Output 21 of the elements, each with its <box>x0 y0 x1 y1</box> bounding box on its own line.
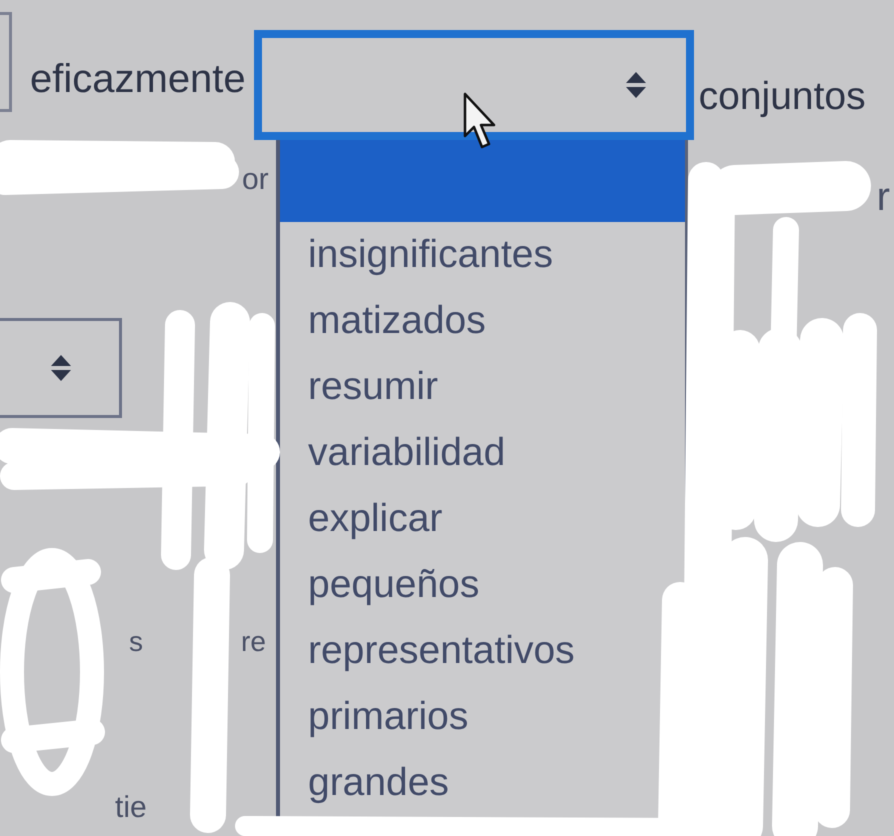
sentence-text: conjuntos <box>698 74 866 120</box>
dropdown-option[interactable]: representativos <box>280 618 685 684</box>
dropdown-option[interactable]: grandes <box>280 750 685 816</box>
partial-text: re <box>241 626 266 658</box>
select-arrows-icon <box>626 72 646 98</box>
dropdown-option[interactable]: pequeños <box>280 552 685 618</box>
partial-text: tie <box>115 791 147 825</box>
partial-text: s <box>129 626 143 658</box>
dropdown-option[interactable]: variabilidad <box>280 420 685 486</box>
partial-text: r <box>876 174 890 220</box>
mouse-pointer-icon <box>463 92 497 150</box>
dropdown-option[interactable]: matizados <box>280 288 685 354</box>
dropdown-option[interactable]: insignificantes <box>280 222 685 288</box>
dropdown-option[interactable]: primarios <box>280 684 685 750</box>
dropdown-option[interactable]: explicar <box>280 486 685 552</box>
dropdown-select[interactable] <box>254 30 694 140</box>
partial-text: or <box>242 163 269 197</box>
dropdown-select[interactable] <box>0 318 122 418</box>
sentence-text: eficazmente <box>30 56 246 102</box>
select-arrows-icon <box>51 355 71 381</box>
dropdown-option[interactable]: resumir <box>280 354 685 420</box>
